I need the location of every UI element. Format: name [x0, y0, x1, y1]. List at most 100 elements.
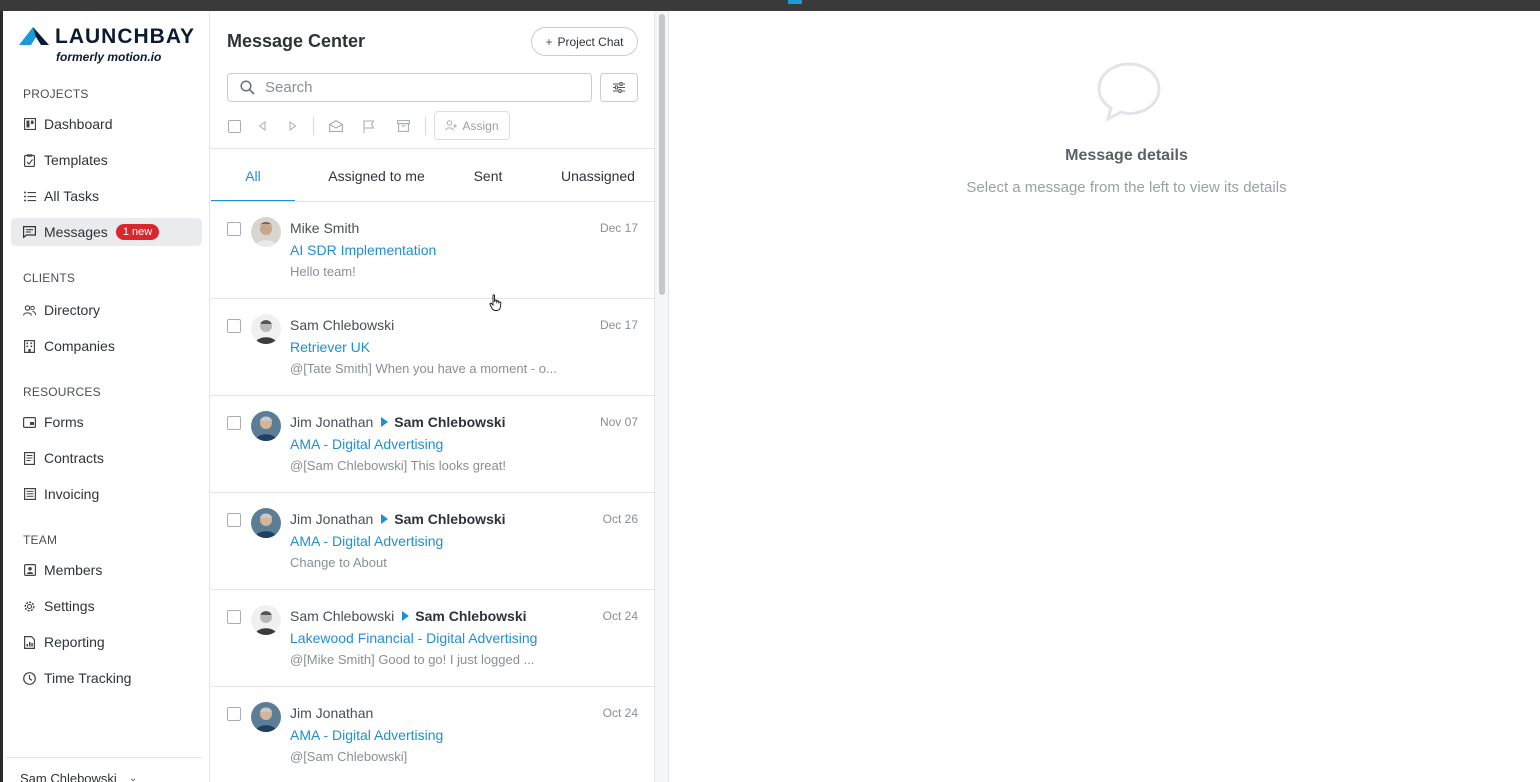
archive-icon[interactable]: [396, 119, 410, 133]
assign-user-icon: [445, 120, 458, 131]
sidebar-item-all-tasks[interactable]: All Tasks: [11, 182, 202, 210]
message-date: Oct 26: [602, 512, 638, 526]
avatar: [251, 314, 281, 344]
tab-assigned-to-me[interactable]: Assigned to me: [319, 149, 434, 202]
project-chat-button[interactable]: + Project Chat: [531, 27, 638, 56]
message-list-scrollbar[interactable]: [655, 11, 669, 782]
sidebar-item-label: Dashboard: [44, 116, 113, 132]
message-preview: Change to About: [290, 555, 387, 570]
tab-sent[interactable]: Sent: [461, 149, 515, 202]
sidebar-item-companies[interactable]: Companies: [11, 332, 202, 360]
message-subject[interactable]: Retriever UK: [290, 339, 370, 355]
sidebar-item-messages[interactable]: Messages 1 new: [11, 218, 202, 246]
user-name: Sam Chlebowski: [20, 771, 117, 782]
sidebar-item-directory[interactable]: Directory: [11, 296, 202, 324]
message-subject[interactable]: Lakewood Financial - Digital Advertising: [290, 630, 537, 646]
sidebar-item-label: All Tasks: [44, 188, 99, 204]
assign-button[interactable]: Assign: [434, 111, 510, 140]
message-checkbox[interactable]: [227, 610, 241, 624]
clock-icon: [23, 671, 36, 685]
list-item[interactable]: Jim Jonathan Sam Chlebowski Nov 07 AMA - …: [211, 396, 655, 493]
dashboard-icon: [23, 118, 36, 131]
brand-name: LAUNCHBAY: [55, 25, 196, 48]
previous-arrow-icon[interactable]: [255, 119, 269, 133]
brand-logo[interactable]: LAUNCHBAY formerly motion.io: [19, 25, 199, 65]
message-checkbox[interactable]: [227, 707, 241, 721]
new-messages-badge: 1 new: [115, 224, 160, 240]
message-icon: [23, 226, 36, 239]
message-sender: Jim Jonathan Sam Chlebowski: [290, 511, 506, 527]
sidebar-divider: [6, 757, 202, 758]
sidebar-item-forms[interactable]: Forms: [11, 408, 202, 436]
sidebar-item-members[interactable]: Members: [11, 556, 202, 584]
search-box[interactable]: [227, 73, 592, 102]
message-date: Oct 24: [602, 706, 638, 720]
sidebar-item-invoicing[interactable]: Invoicing: [11, 480, 202, 508]
message-checkbox[interactable]: [227, 416, 241, 430]
sidebar-item-label: Messages: [44, 224, 108, 240]
message-preview: Hello team!: [290, 264, 356, 279]
gear-icon: [23, 600, 36, 613]
section-title-projects: PROJECTS: [23, 87, 89, 101]
message-subject[interactable]: AMA - Digital Advertising: [290, 727, 443, 743]
message-subject[interactable]: AMA - Digital Advertising: [290, 436, 443, 452]
user-menu[interactable]: Sam Chlebowski ⌄: [20, 771, 137, 782]
tab-all[interactable]: All: [211, 149, 295, 202]
document-icon: [23, 451, 36, 465]
sidebar-item-label: Templates: [44, 152, 108, 168]
sidebar-item-contracts[interactable]: Contracts: [11, 444, 202, 472]
sidebar-item-label: Reporting: [44, 634, 105, 650]
sidebar-item-label: Members: [44, 562, 103, 578]
tab-unassigned[interactable]: Unassigned: [555, 149, 641, 202]
avatar: [251, 217, 281, 247]
select-all-checkbox[interactable]: [227, 119, 241, 133]
speech-bubble-icon: [1097, 62, 1161, 122]
message-subject[interactable]: AI SDR Implementation: [290, 242, 436, 258]
building-icon: [23, 339, 36, 353]
list-item[interactable]: Sam Chlebowski Sam Chlebowski Oct 24 Lake…: [211, 590, 655, 687]
mouse-pointer-hand-icon: [489, 294, 502, 311]
message-date: Dec 17: [599, 318, 638, 332]
sidebar-item-settings[interactable]: Settings: [11, 592, 202, 620]
brand-subtitle: formerly motion.io: [56, 50, 162, 64]
sidebar-item-templates[interactable]: Templates: [11, 146, 202, 174]
search-icon: [240, 80, 255, 95]
message-checkbox[interactable]: [227, 319, 241, 333]
toolbar-separator: [425, 117, 426, 135]
scrollbar-thumb[interactable]: [659, 14, 665, 295]
message-tabs: All Assigned to me Sent Unassigned: [211, 149, 655, 202]
message-date: Nov 07: [599, 415, 638, 429]
member-icon: [23, 564, 36, 577]
filter-button[interactable]: [600, 73, 638, 102]
launchbay-logo-icon: [19, 27, 49, 45]
sidebar-item-time-tracking[interactable]: Time Tracking: [11, 664, 202, 692]
sidebar-item-reporting[interactable]: Reporting: [11, 628, 202, 656]
flag-icon[interactable]: [362, 119, 376, 133]
message-sender: Sam Chlebowski Sam Chlebowski: [290, 608, 527, 624]
list-item[interactable]: Sam Chlebowski Dec 17 Retriever UK @[Tat…: [211, 299, 655, 396]
message-sender: Sam Chlebowski: [290, 317, 395, 333]
search-input[interactable]: [265, 79, 565, 96]
list-item[interactable]: Jim Jonathan Sam Chlebowski Oct 26 AMA - …: [211, 493, 655, 590]
next-arrow-icon[interactable]: [286, 119, 300, 133]
mark-read-envelope-icon[interactable]: [329, 119, 343, 133]
list-item[interactable]: Jim Jonathan Oct 24 AMA - Digital Advert…: [211, 687, 655, 782]
filter-sliders-icon: [613, 82, 625, 93]
window-top-bar: [0, 0, 1540, 11]
page-title: Message Center: [227, 31, 366, 51]
message-preview: @[Sam Chlebowski] This looks great!: [290, 458, 506, 473]
plus-icon: +: [545, 34, 553, 49]
list-item[interactable]: Mike Smith Dec 17 AI SDR Implementation …: [211, 202, 655, 299]
forward-arrow-icon: [381, 514, 389, 524]
message-date: Dec 17: [599, 221, 638, 235]
message-checkbox[interactable]: [227, 513, 241, 527]
sidebar-item-label: Time Tracking: [44, 670, 132, 686]
sidebar-item-label: Directory: [44, 302, 101, 318]
sidebar-item-label: Forms: [44, 414, 84, 430]
message-preview: @[Mike Smith] Good to go! I just logged …: [290, 652, 535, 667]
message-subject[interactable]: AMA - Digital Advertising: [290, 533, 443, 549]
message-checkbox[interactable]: [227, 222, 241, 236]
sidebar-item-dashboard[interactable]: Dashboard: [11, 110, 202, 138]
forward-arrow-icon: [402, 611, 410, 621]
sidebar: LAUNCHBAY formerly motion.io PROJECTS Da…: [3, 11, 210, 782]
